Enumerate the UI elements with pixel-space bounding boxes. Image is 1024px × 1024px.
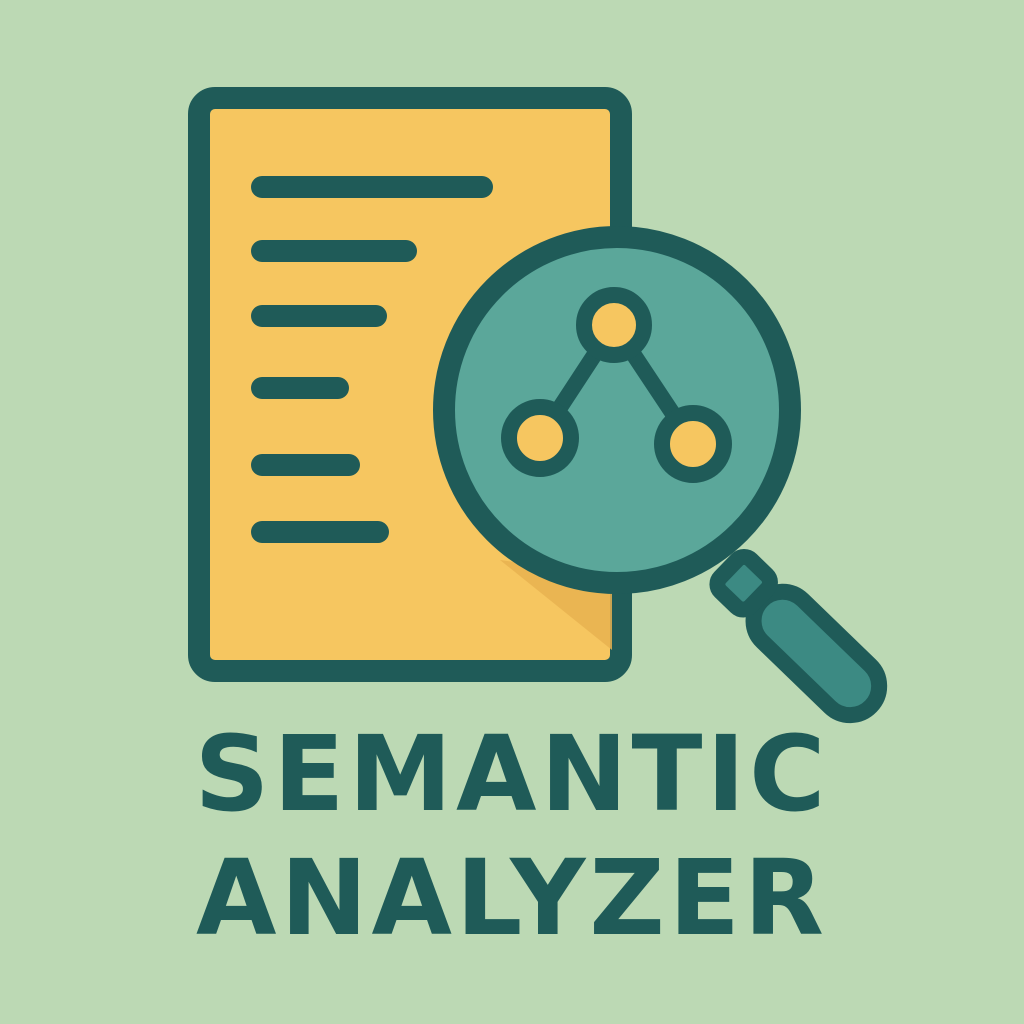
title-line-2: ANALYZER bbox=[196, 837, 828, 959]
graph-node-left bbox=[501, 399, 579, 477]
title-line-1: SEMANTIC bbox=[194, 713, 830, 835]
graph-node-right bbox=[654, 405, 732, 483]
app-title: SEMANTIC ANALYZER bbox=[0, 722, 1024, 950]
graph-node-top bbox=[576, 287, 652, 363]
